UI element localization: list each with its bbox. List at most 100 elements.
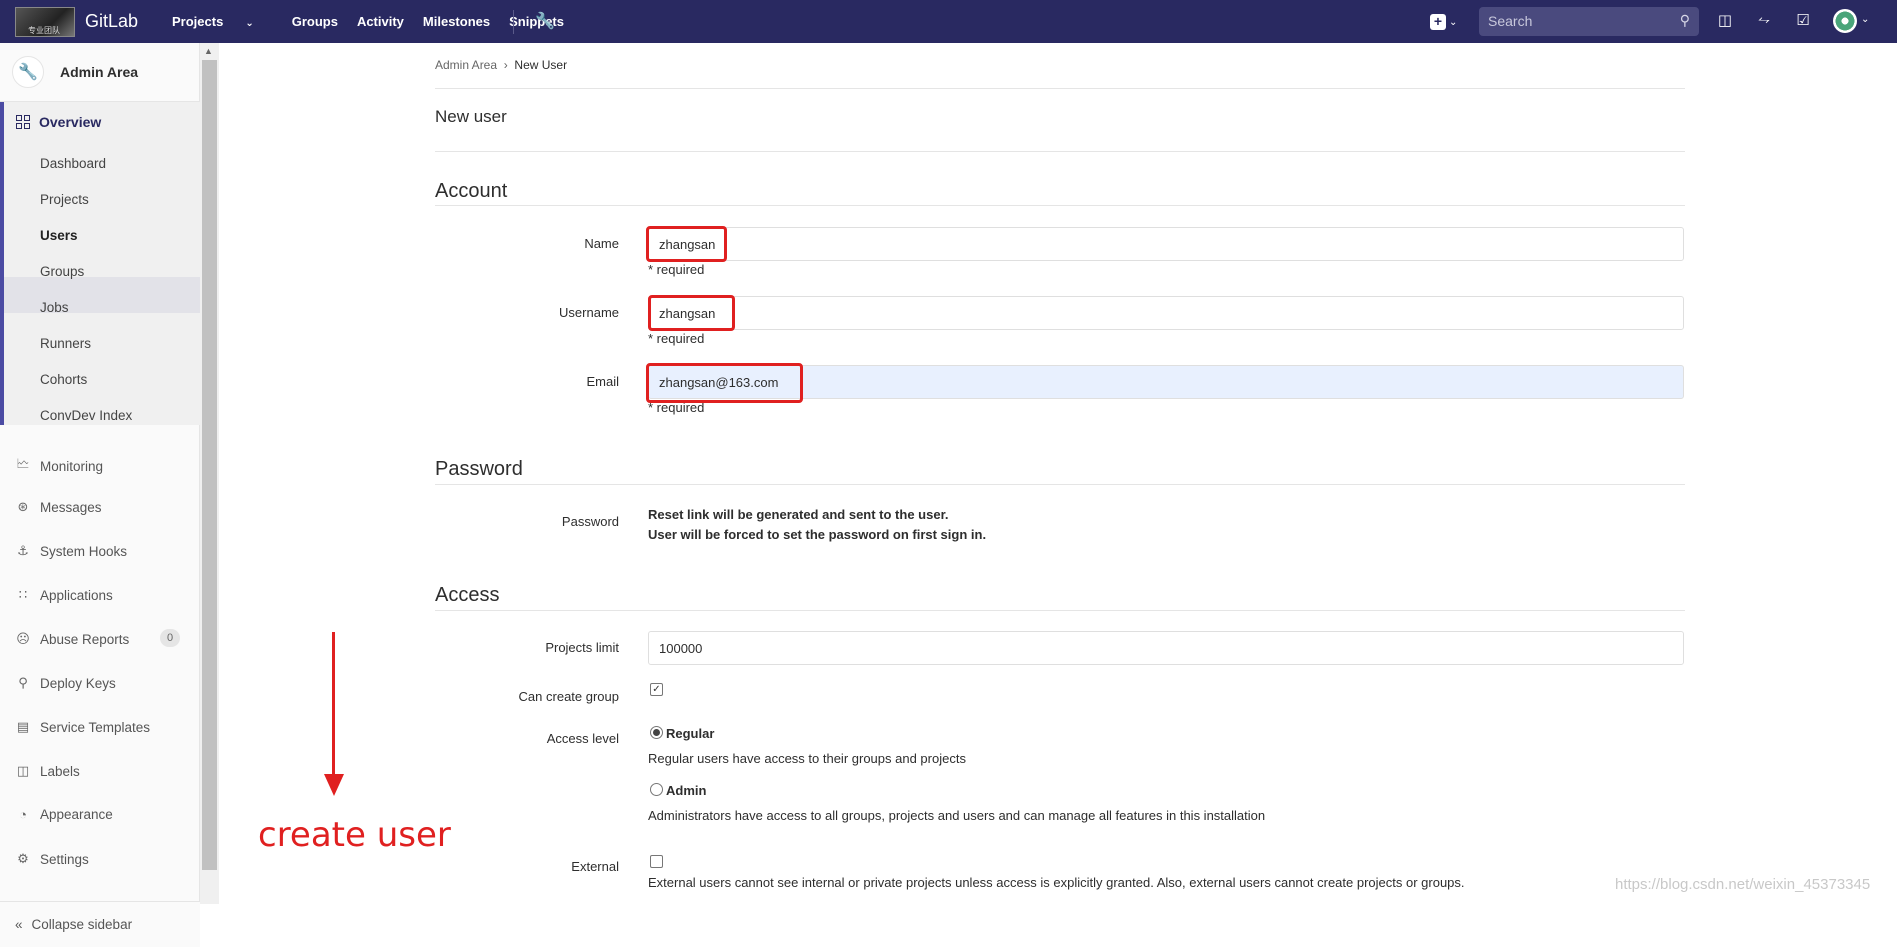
projects-limit-input[interactable]: 100000 bbox=[648, 631, 1684, 665]
palette-icon: ◔ bbox=[19, 807, 27, 822]
apps-grid-icon: ∷ bbox=[18, 587, 28, 602]
page-title: New user bbox=[435, 107, 507, 126]
sidebar-item-users[interactable]: Users bbox=[40, 228, 78, 243]
regular-help-text: Regular users have access to their group… bbox=[648, 751, 966, 766]
sidebar-item-overview[interactable]: Overview bbox=[16, 114, 101, 130]
annotation-arrow-head bbox=[324, 774, 344, 796]
password-info-line2: User will be forced to set the password … bbox=[648, 527, 987, 542]
active-item-highlight bbox=[4, 277, 200, 313]
projects-limit-label: Projects limit bbox=[545, 640, 619, 655]
sidebar-item-messages[interactable]: ⊛ Messages bbox=[15, 499, 102, 515]
admin-wrench-icon[interactable]: 🔧 bbox=[535, 11, 555, 31]
annotation-arrow-line bbox=[332, 632, 335, 778]
gitlab-brand[interactable]: GitLab bbox=[85, 11, 138, 32]
sidebar-item-appearance[interactable]: ◔ Appearance bbox=[15, 807, 113, 822]
nav-activity[interactable]: Activity bbox=[357, 14, 404, 29]
sidebar-item-deploy-keys[interactable]: ⚲ Deploy Keys bbox=[15, 675, 116, 691]
sidebar-item-abuse-reports[interactable]: ☹ Abuse Reports bbox=[15, 631, 129, 647]
create-user-annotation: create user bbox=[258, 815, 451, 855]
user-avatar[interactable] bbox=[1833, 9, 1857, 33]
account-section-title: Account bbox=[435, 180, 508, 202]
plus-icon: + bbox=[1430, 14, 1446, 30]
sidebar-overview-section: Overview Dashboard Projects Users Groups… bbox=[0, 102, 200, 425]
name-label: Name bbox=[584, 236, 619, 251]
sidebar-item-cohorts[interactable]: Cohorts bbox=[40, 372, 87, 387]
sidebar-header[interactable]: 🔧 Admin Area bbox=[0, 43, 200, 102]
team-logo-text: 专业团队 bbox=[28, 26, 60, 35]
breadcrumb: Admin Area › New User bbox=[435, 58, 567, 72]
new-dropdown-button[interactable]: + ⌄ bbox=[1430, 11, 1462, 33]
divider bbox=[435, 88, 1685, 89]
sidebar-toggle-icon[interactable]: ◫ bbox=[1716, 11, 1734, 31]
sidebar-item-groups[interactable]: Groups bbox=[40, 264, 84, 279]
nav-divider bbox=[513, 10, 514, 34]
sidebar-item-settings[interactable]: ⚙ Settings bbox=[15, 851, 89, 867]
sidebar-item-jobs[interactable]: Jobs bbox=[40, 300, 69, 315]
anchor-icon: ⚓ bbox=[17, 543, 29, 558]
key-icon: ⚲ bbox=[18, 675, 28, 690]
name-input[interactable]: zhangsan bbox=[648, 227, 1684, 261]
breadcrumb-admin-area[interactable]: Admin Area bbox=[435, 58, 497, 72]
access-level-label: Access level bbox=[546, 731, 619, 746]
collapse-sidebar-button[interactable]: «Collapse sidebar bbox=[0, 901, 200, 947]
nav-milestones[interactable]: Milestones bbox=[423, 14, 490, 29]
sidebar-item-labels[interactable]: ◫ Labels bbox=[15, 763, 80, 779]
sidebar-item-dashboard[interactable]: Dashboard bbox=[40, 156, 106, 171]
email-label: Email bbox=[586, 374, 619, 389]
search-placeholder: Search bbox=[1488, 13, 1533, 29]
access-level-admin-label[interactable]: Admin bbox=[666, 783, 706, 798]
divider bbox=[435, 151, 1685, 152]
password-info: Reset link will be generated and sent to… bbox=[648, 505, 986, 545]
external-checkbox[interactable] bbox=[650, 855, 663, 868]
top-navbar: 专业团队 GitLab Projects ⌄ Groups Activity Mi… bbox=[0, 0, 1897, 43]
breadcrumb-separator-icon: › bbox=[500, 58, 512, 72]
sidebar-item-system-hooks[interactable]: ⚓ System Hooks bbox=[15, 543, 127, 559]
access-level-admin-radio[interactable] bbox=[650, 783, 663, 796]
todo-check-icon[interactable]: ☑ bbox=[1794, 11, 1812, 31]
watermark: https://blog.csdn.net/weixin_45373345 bbox=[1615, 876, 1871, 893]
divider bbox=[435, 205, 1685, 206]
breadcrumb-current: New User bbox=[514, 58, 568, 72]
sidebar-item-applications[interactable]: ∷ Applications bbox=[15, 587, 113, 603]
search-input[interactable]: Search ⚲ bbox=[1479, 7, 1699, 36]
external-help-text: External users cannot see internal or pr… bbox=[648, 875, 1465, 890]
sidebar-item-projects[interactable]: Projects bbox=[40, 192, 89, 207]
access-section-title: Access bbox=[435, 584, 500, 606]
divider bbox=[435, 610, 1685, 611]
sidebar-item-runners[interactable]: Runners bbox=[40, 336, 91, 351]
can-create-group-checkbox[interactable]: ✓ bbox=[650, 683, 663, 696]
double-chevron-left-icon: « bbox=[15, 917, 23, 932]
template-icon: ▤ bbox=[16, 719, 30, 734]
sidebar-item-monitoring[interactable]: 🗠 Monitoring bbox=[15, 455, 103, 477]
sidebar-scrollbar-thumb[interactable] bbox=[202, 60, 217, 870]
team-logo-image[interactable]: 专业团队 bbox=[15, 7, 75, 37]
email-highlight-box bbox=[646, 363, 803, 403]
email-input[interactable]: zhangsan@163.com bbox=[648, 365, 1684, 399]
admin-help-text: Administrators have access to all groups… bbox=[648, 808, 1266, 823]
search-icon: ⚲ bbox=[1679, 12, 1690, 28]
chevron-down-icon: ⌄ bbox=[1449, 16, 1458, 28]
scroll-up-arrow-icon[interactable]: ▲ bbox=[204, 46, 213, 56]
password-label: Password bbox=[561, 514, 619, 529]
access-level-regular-label[interactable]: Regular bbox=[666, 726, 714, 741]
admin-sidebar: 🔧 Admin Area Overview Dashboard Projects… bbox=[0, 43, 200, 947]
nav-groups[interactable]: Groups bbox=[292, 14, 338, 29]
username-input[interactable]: zhangsan bbox=[648, 296, 1684, 330]
nav-projects[interactable]: Projects ⌄ bbox=[172, 14, 273, 29]
overview-grid-icon bbox=[16, 115, 30, 129]
sidebar-item-convdev-index[interactable]: ConvDev Index bbox=[40, 408, 132, 423]
chevron-down-icon[interactable]: ⌄ bbox=[1861, 14, 1869, 25]
username-highlight-box bbox=[648, 295, 735, 331]
username-required-hint: * required bbox=[648, 331, 705, 346]
password-section-title: Password bbox=[435, 458, 523, 480]
access-level-regular-radio[interactable] bbox=[650, 726, 663, 739]
merge-request-icon[interactable]: ⥊ bbox=[1755, 11, 1773, 31]
nav-links: Projects ⌄ Groups Activity Milestones Sni… bbox=[172, 14, 583, 29]
name-required-hint: * required bbox=[648, 262, 705, 277]
username-label: Username bbox=[559, 305, 619, 320]
external-label: External bbox=[571, 859, 619, 874]
sidebar-item-service-templates[interactable]: ▤ Service Templates bbox=[15, 719, 150, 735]
broadcast-icon: ⊛ bbox=[17, 499, 29, 514]
emoji-icon: ☹ bbox=[16, 631, 30, 646]
can-create-group-label: Can create group bbox=[518, 689, 619, 704]
